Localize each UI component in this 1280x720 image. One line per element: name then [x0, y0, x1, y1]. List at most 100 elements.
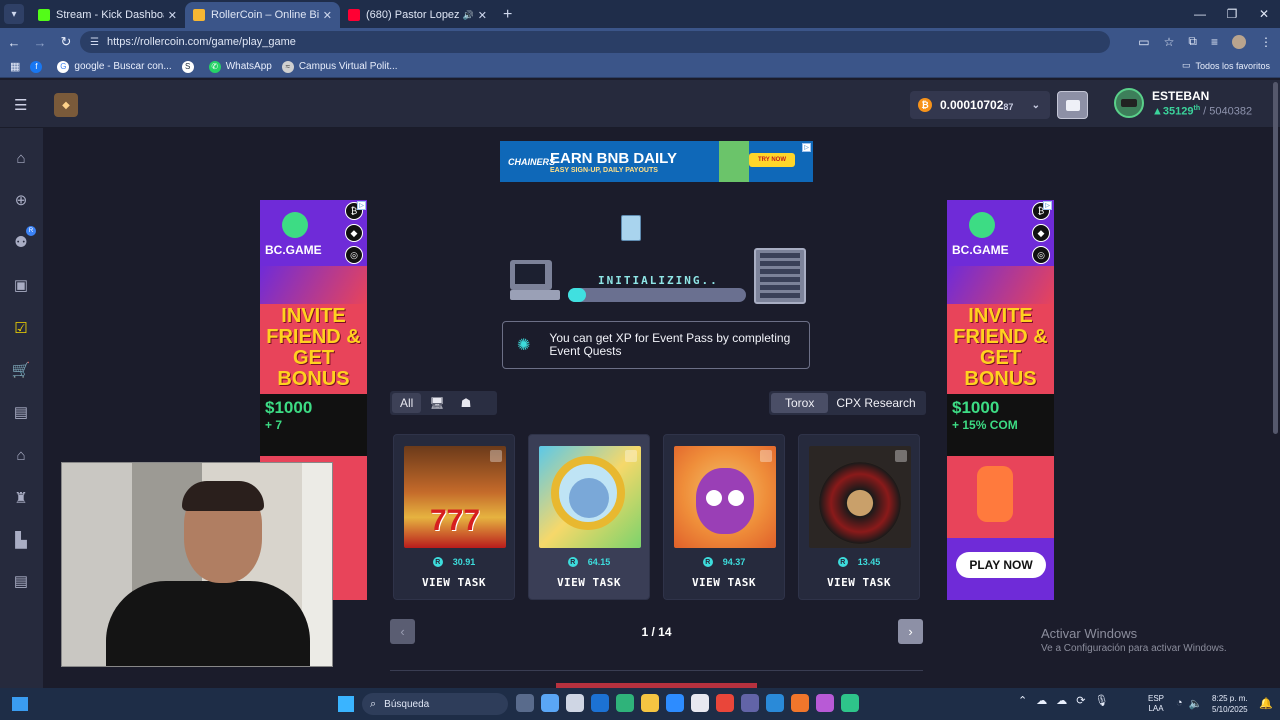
wallet-button[interactable]: [1057, 91, 1088, 119]
bookmark-steam[interactable]: S: [181, 60, 199, 73]
rollercoin-logo[interactable]: ◆: [54, 93, 78, 117]
profile-avatar[interactable]: [1232, 34, 1246, 49]
task-card[interactable]: 777 R 30.91 VIEW TASK: [393, 434, 515, 600]
chrome-active-icon[interactable]: [816, 694, 834, 712]
provider-torox[interactable]: Torox: [771, 393, 829, 413]
tab-youtube[interactable]: (680) Pastor Lopez Mix - YouTube 🔊 ✕: [340, 2, 495, 28]
windows-start-icon[interactable]: [338, 696, 354, 712]
all-bookmarks[interactable]: ▭ Todos los favoritos: [1182, 60, 1270, 71]
tab-rollercoin[interactable]: RollerCoin – Online Bitcoin Mining Simul…: [185, 2, 340, 28]
tasks-icon[interactable]: ☑: [11, 318, 31, 338]
bookmark-whatsapp[interactable]: ✆ WhatsApp: [208, 60, 272, 73]
vscode-icon[interactable]: [766, 694, 784, 712]
onedrive-icon[interactable]: ☁: [1056, 694, 1067, 707]
cloud-icon[interactable]: ☁: [1036, 694, 1047, 707]
back-icon[interactable]: ←: [2, 35, 26, 50]
tab-kick-dashboard[interactable]: Stream - Kick Dashboard ✕: [30, 2, 185, 28]
speaker-icon[interactable]: 🔊: [463, 10, 474, 21]
microphone-icon[interactable]: 🎙: [1094, 694, 1108, 707]
view-task-button[interactable]: VIEW TASK: [529, 576, 649, 589]
chatgpt-icon[interactable]: [566, 694, 584, 712]
apps-icon[interactable]: ▦: [10, 60, 20, 73]
close-tab-icon[interactable]: ✕: [323, 9, 332, 22]
cast-icon[interactable]: ▭: [1138, 35, 1149, 49]
tab-search-button[interactable]: ▾: [4, 4, 24, 24]
task-card[interactable]: R 13.45 VIEW TASK: [798, 434, 920, 600]
view-task-button[interactable]: VIEW TASK: [394, 576, 514, 589]
trophy-icon[interactable]: ♜: [11, 488, 31, 508]
close-tab-icon[interactable]: ✕: [168, 9, 177, 22]
task-reward: R 13.45: [799, 557, 919, 567]
url-bar[interactable]: ☰ https://rollercoin.com/game/play_game: [80, 31, 1110, 53]
taskbar-search[interactable]: ⌕ Búsqueda: [362, 693, 508, 715]
next-page-button[interactable]: ›: [898, 619, 923, 644]
view-task-button[interactable]: VIEW TASK: [799, 576, 919, 589]
filter-all[interactable]: All: [392, 393, 422, 413]
apple-icon[interactable]: [479, 393, 495, 413]
language-indicator[interactable]: ESP LAA: [1148, 694, 1164, 714]
forward-icon[interactable]: →: [28, 35, 52, 50]
android-icon[interactable]: ☗: [453, 393, 480, 413]
more-menu-icon[interactable]: ⋮: [1260, 35, 1272, 49]
menu-icon[interactable]: ☰: [14, 96, 27, 114]
home-icon[interactable]: ⌂: [11, 148, 31, 168]
media-icon[interactable]: ≡: [1211, 35, 1218, 49]
news-icon[interactable]: ▤: [11, 571, 31, 591]
chevron-up-icon[interactable]: ⌃: [1018, 694, 1027, 707]
provider-cpx-research[interactable]: CPX Research: [828, 393, 923, 413]
miners-icon[interactable]: ▙: [11, 530, 31, 550]
marketplace-icon[interactable]: 🛒: [11, 360, 31, 380]
page-scrollbar[interactable]: [1273, 82, 1278, 434]
network-volume-battery[interactable]: ◔ 🔈: [1176, 697, 1202, 710]
teams-icon[interactable]: [741, 694, 759, 712]
task-card[interactable]: R 64.15 VIEW TASK: [528, 434, 650, 600]
close-tab-icon[interactable]: ✕: [478, 9, 487, 22]
desktop-icon[interactable]: 🖥: [421, 393, 452, 413]
zoom-icon[interactable]: [666, 694, 684, 712]
task-card[interactable]: R 94.37 VIEW TASK: [663, 434, 785, 600]
bookmark-google[interactable]: Ggoogle - Buscar con...: [57, 60, 172, 73]
close-window-icon[interactable]: ✕: [1248, 0, 1280, 28]
bookmark-campus[interactable]: ≈ Campus Virtual Polit...: [281, 60, 398, 73]
balance-value: 0.00010702: [940, 98, 1004, 112]
crypto-coins: ₿ ◆ ◎: [345, 202, 363, 264]
balance-dropdown[interactable]: ₿ 0.00010702 87 ⌄: [910, 91, 1050, 119]
camera-app-icon[interactable]: [841, 694, 859, 712]
house-icon[interactable]: ⌂: [11, 445, 31, 465]
store-icon[interactable]: [691, 694, 709, 712]
new-tab-button[interactable]: +: [503, 6, 512, 24]
rollercoin-icon: [193, 9, 205, 21]
ad-choices-icon[interactable]: ▷: [1043, 201, 1052, 210]
right-side-ad[interactable]: BC.GAME ₿ ◆ ◎ INVITE FRIEND & GET BONUS …: [947, 200, 1054, 600]
inventory-icon[interactable]: ▣: [11, 275, 31, 295]
sync-icon[interactable]: ⟳: [1076, 694, 1085, 707]
top-ad-banner[interactable]: CHAINERS EARN BNB DAILY EASY SIGN-UP, DA…: [500, 141, 813, 182]
ethereum-icon: ◆: [345, 224, 363, 242]
reload-icon[interactable]: ↻: [54, 34, 78, 50]
ad-play-now-button[interactable]: PLAY NOW: [956, 552, 1046, 578]
ad-choices-icon[interactable]: ▷: [802, 143, 811, 152]
user-profile[interactable]: ESTEBAN ▲35129th / 5040382: [1114, 88, 1252, 118]
minimize-icon[interactable]: —: [1184, 0, 1216, 28]
task-view-icon[interactable]: [516, 694, 534, 712]
view-task-button[interactable]: VIEW TASK: [664, 576, 784, 589]
bookmark-facebook[interactable]: f: [30, 60, 47, 73]
ad-cta-button[interactable]: TRY NOW: [749, 153, 795, 167]
chrome-icon[interactable]: [716, 694, 734, 712]
restore-icon[interactable]: ❐: [1216, 0, 1248, 28]
store-icon[interactable]: ▤: [11, 402, 31, 422]
firefox-icon[interactable]: [791, 694, 809, 712]
ad-choices-icon[interactable]: ▷: [357, 201, 366, 210]
copilot-icon[interactable]: [541, 694, 559, 712]
site-info-icon[interactable]: ☰: [90, 37, 99, 48]
outlook-icon[interactable]: [591, 694, 609, 712]
edge-icon[interactable]: [616, 694, 634, 712]
file-explorer-icon[interactable]: [641, 694, 659, 712]
extensions-icon[interactable]: ⧉: [1188, 34, 1197, 49]
system-clock[interactable]: 8:25 p. m. 5/10/2025: [1212, 693, 1248, 715]
notification-bell-icon[interactable]: 🔔: [1259, 697, 1273, 710]
bookmark-star-icon[interactable]: ☆: [1164, 35, 1175, 49]
gamepad-icon[interactable]: ⊕: [11, 190, 31, 210]
search-placeholder: Búsqueda: [384, 698, 430, 710]
widgets-icon[interactable]: [12, 697, 28, 711]
